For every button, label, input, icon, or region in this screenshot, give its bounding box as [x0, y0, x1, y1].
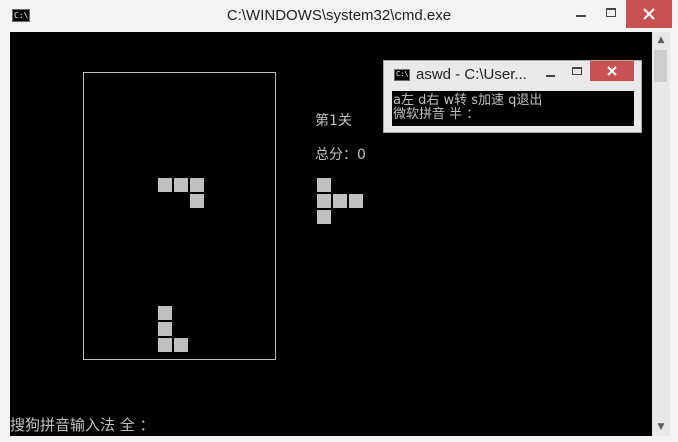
level-label: 第1关 [315, 113, 352, 129]
game-board [83, 72, 276, 360]
falling-piece-block [158, 178, 172, 192]
window-right-border [670, 32, 678, 442]
maximize-icon [606, 8, 616, 17]
title-bar[interactable]: C:\. C:\WINDOWS\system32\cmd.exe [0, 0, 678, 32]
next-piece-preview [317, 178, 367, 228]
close-icon [643, 8, 655, 20]
falling-piece-block [190, 194, 204, 208]
maximize-button[interactable] [596, 0, 626, 28]
next-piece-block [317, 210, 331, 224]
window-left-border [0, 32, 10, 442]
ime-status-bar: 搜狗拼音输入法 全 ： [10, 416, 155, 434]
score-label: 总分：0 [315, 147, 366, 163]
scroll-up-icon[interactable]: ▲ [652, 32, 670, 49]
next-piece-block [349, 194, 363, 208]
window-bottom-border [0, 436, 678, 442]
popup-window[interactable]: C:\. aswd - C:\User... a左 d右 w转 s加速 q退出 … [383, 60, 642, 133]
popup-maximize-icon [572, 67, 582, 75]
scroll-down-icon[interactable]: ▼ [652, 419, 670, 436]
minimize-icon [576, 15, 586, 17]
minimize-button[interactable] [566, 0, 596, 28]
popup-console[interactable]: a左 d右 w转 s加速 q退出 微软拼音 半 ： [392, 91, 634, 126]
close-button[interactable] [626, 0, 672, 28]
popup-minimize-icon [546, 75, 555, 77]
controls-help-text: a左 d右 w转 s加速 q退出 [393, 93, 543, 108]
landed-block [158, 322, 172, 336]
vertical-scrollbar[interactable]: ▲ ▼ [652, 32, 670, 436]
popup-ime-status: 微软拼音 半 ： [393, 107, 480, 122]
popup-title: aswd - C:\User... [416, 66, 527, 83]
landed-block [174, 338, 188, 352]
popup-close-button[interactable] [590, 61, 634, 81]
landed-block [158, 306, 172, 320]
popup-maximize-button[interactable] [564, 63, 590, 81]
popup-cmd-icon[interactable]: C:\. [394, 69, 413, 81]
falling-piece-block [174, 178, 188, 192]
next-piece-block [317, 194, 331, 208]
popup-close-icon [607, 66, 617, 76]
next-piece-block [317, 178, 331, 192]
landed-block [158, 338, 172, 352]
next-piece-block [333, 194, 347, 208]
scroll-thumb[interactable] [654, 50, 667, 82]
popup-icon-text: C:\. [396, 70, 413, 78]
popup-minimize-button[interactable] [538, 63, 564, 81]
falling-piece-block [190, 178, 204, 192]
